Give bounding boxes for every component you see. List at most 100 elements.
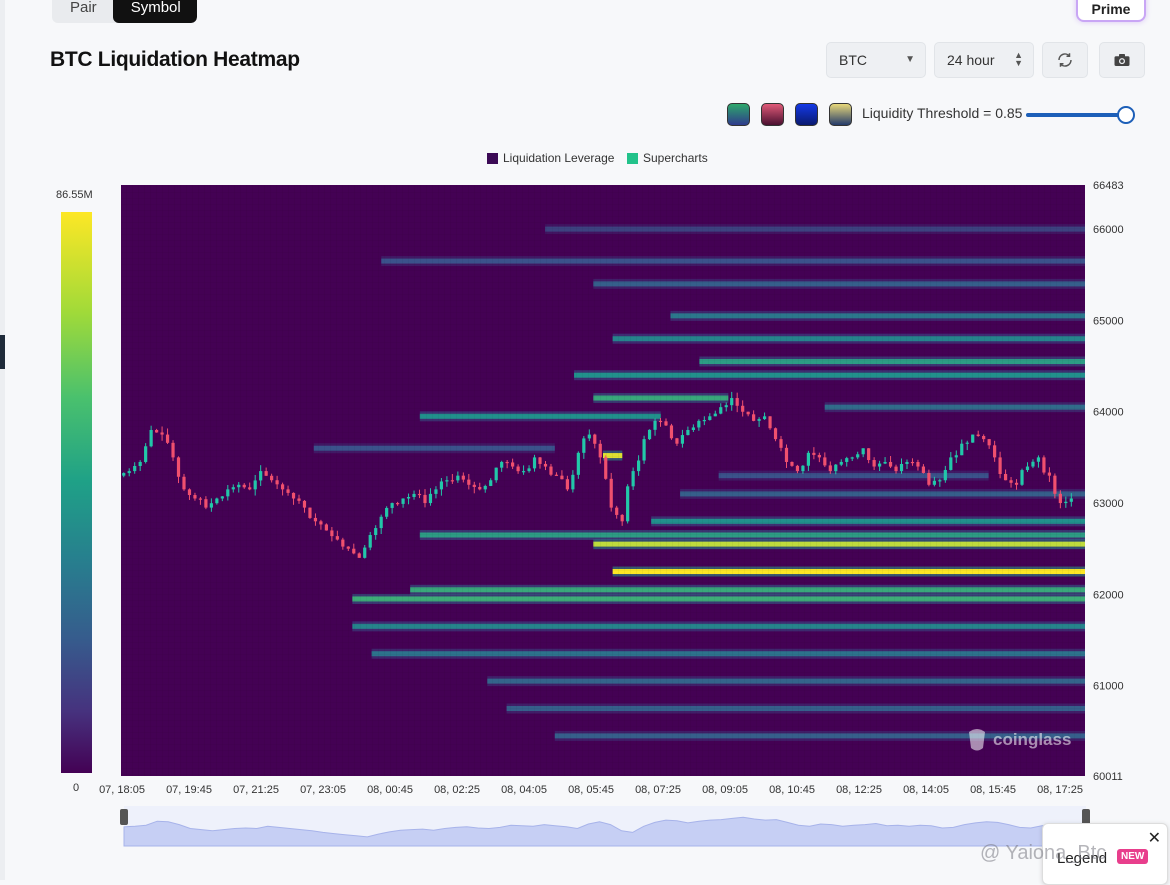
candle-body	[319, 521, 323, 525]
candle-body	[680, 435, 685, 444]
social-overlay-text: @ Yaiona_Btc	[980, 842, 1107, 864]
y-tick-label: 66000	[1093, 224, 1124, 236]
x-tick-label: 08, 17:25	[1037, 784, 1083, 796]
candle-body	[516, 466, 520, 472]
candle-body	[1031, 461, 1035, 467]
candle-body	[237, 484, 241, 488]
candle-body	[549, 466, 553, 475]
candle-body	[845, 458, 849, 462]
candle-body	[302, 500, 307, 508]
candle-body	[987, 439, 991, 446]
y-tick-label: 61000	[1093, 681, 1124, 693]
candle-body	[1009, 480, 1013, 483]
candle-body	[220, 496, 224, 499]
candle-body	[500, 461, 504, 468]
candle-body	[910, 461, 915, 464]
candle-body	[801, 465, 805, 472]
candle-body	[215, 498, 219, 504]
candle-body	[472, 484, 476, 487]
candle-body	[445, 480, 449, 482]
candle-body	[965, 442, 969, 444]
candle-body	[598, 443, 602, 458]
candle-body	[773, 428, 778, 440]
candle-body	[1020, 470, 1024, 485]
candle-body	[275, 480, 279, 485]
candle-body	[330, 530, 334, 537]
candle-body	[341, 539, 345, 547]
coinglass-logo-icon	[969, 729, 985, 751]
candle-body	[719, 407, 723, 414]
candle-body	[828, 465, 832, 472]
candle-body	[505, 461, 509, 464]
candle-body	[439, 481, 444, 490]
candle-body	[456, 475, 460, 481]
candle-body	[626, 486, 630, 522]
candle-body	[1003, 473, 1008, 481]
candle-body	[647, 429, 652, 440]
candle-body	[675, 438, 679, 444]
candle-body	[894, 466, 898, 472]
y-tick-label: 64000	[1093, 407, 1124, 419]
time-navigator[interactable]	[120, 806, 1090, 847]
candle-body	[702, 420, 706, 422]
x-tick-label: 08, 05:45	[568, 784, 614, 796]
candle-body	[560, 475, 564, 480]
candle-body	[308, 507, 312, 518]
candle-body	[834, 464, 838, 472]
candle-body	[938, 480, 942, 482]
candle-body	[357, 553, 361, 558]
candle-body	[642, 439, 646, 461]
candle-body	[653, 420, 657, 430]
candle-body	[637, 460, 641, 472]
candle-body	[768, 416, 772, 429]
candle-body	[297, 498, 301, 501]
candle-body	[138, 461, 142, 466]
candle-body	[927, 472, 931, 485]
x-tick-label: 08, 15:45	[970, 784, 1016, 796]
candle-body	[976, 434, 980, 436]
candle-body	[576, 452, 580, 475]
x-tick-label: 08, 09:05	[702, 784, 748, 796]
candle-body	[176, 457, 181, 477]
candle-body	[817, 454, 821, 458]
candle-body	[998, 457, 1002, 474]
x-tick-label: 07, 18:05	[99, 784, 145, 796]
candle-body	[1036, 457, 1041, 462]
candle-body	[872, 460, 876, 467]
candle-body	[658, 420, 663, 423]
candle-body	[1069, 498, 1073, 502]
candle-body	[242, 484, 246, 488]
candle-body	[423, 494, 427, 504]
x-tick-label: 08, 14:05	[903, 784, 949, 796]
candle-body	[741, 405, 745, 412]
x-tick-label: 07, 23:05	[300, 784, 346, 796]
close-icon[interactable]: ✕	[1148, 828, 1161, 848]
candle-body	[209, 503, 213, 508]
y-tick-label: 60011	[1093, 771, 1123, 783]
candle-body	[171, 442, 175, 458]
candle-body	[664, 421, 668, 426]
candle-body	[746, 411, 750, 415]
candle-body	[165, 434, 170, 443]
candle-body	[850, 457, 854, 459]
candle-body	[730, 398, 734, 406]
candle-body	[960, 443, 964, 456]
candle-body	[193, 495, 197, 499]
candle-body	[155, 430, 159, 433]
candle-body	[291, 492, 296, 499]
y-tick-label: 63000	[1093, 498, 1124, 510]
candle-body	[543, 463, 548, 467]
candle-body	[905, 461, 909, 464]
candle-body	[182, 476, 186, 490]
candle-body	[1053, 475, 1057, 494]
candle-body	[434, 489, 438, 494]
candle-body	[527, 468, 531, 472]
candle-body	[144, 446, 148, 462]
new-badge: NEW	[1117, 849, 1149, 864]
candle-body	[795, 465, 800, 472]
candle-body	[686, 430, 690, 436]
candle-body	[916, 462, 920, 467]
candle-body	[812, 452, 816, 455]
candle-body	[127, 471, 131, 474]
candle-body	[779, 439, 783, 448]
